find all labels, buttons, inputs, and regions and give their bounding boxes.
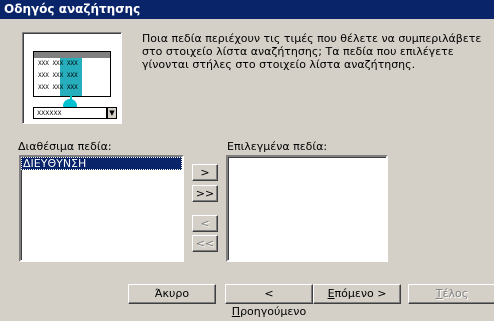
finish-label: έλος <box>442 287 469 300</box>
selected-fields-list[interactable] <box>226 155 388 262</box>
next-hotkey: Ε <box>327 287 335 300</box>
dialog-title: Οδηγός αναζήτησης <box>0 0 494 19</box>
finish-hotkey: Τ <box>435 287 443 300</box>
next-label: πόμενο > <box>334 287 387 300</box>
table-graphic: XXX XXX XXX XXX XXX XXX XXX XXX XXX <box>33 51 111 97</box>
cancel-button[interactable]: Άκυρο <box>128 284 216 304</box>
back-label: ροηγούμενο <box>240 305 307 318</box>
add-all-fields-button[interactable]: >> <box>192 185 218 202</box>
lookup-illustration: XXX XXX XXX XXX XXX XXX XXX XXX XXX XXXX… <box>22 32 122 124</box>
back-hotkey: Π <box>231 305 241 318</box>
instruction-text: Ποια πεδία περιέχουν τις τιμές που θέλετ… <box>142 32 482 71</box>
available-fields-list[interactable]: ΔΙΕΥΘΥΝΣΗ <box>19 155 184 262</box>
next-button[interactable]: Επόμενο > <box>313 284 401 304</box>
back-prefix: < <box>264 287 274 300</box>
remove-all-fields-button[interactable]: << <box>192 235 218 252</box>
finish-button[interactable]: Τέλος <box>408 284 494 304</box>
remove-field-button[interactable]: < <box>192 215 218 232</box>
add-field-button[interactable]: > <box>192 164 218 181</box>
table-graphic-row: XXX XXX XXX <box>38 84 78 91</box>
back-button[interactable]: < Προηγούμενο <box>225 284 313 318</box>
table-graphic-row: XXX XXX XXX <box>38 60 78 67</box>
chevron-down-icon: ▼ <box>107 107 117 119</box>
table-graphic-row: XXX XXX XXX <box>38 72 78 79</box>
list-item[interactable]: ΔΙΕΥΘΥΝΣΗ <box>21 157 182 170</box>
available-fields-label: Διαθέσιμα πεδία: <box>18 140 112 153</box>
combo-graphic: XXXXXX <box>33 107 107 119</box>
selected-fields-label: Επιλεγμένα πεδία: <box>227 140 328 153</box>
